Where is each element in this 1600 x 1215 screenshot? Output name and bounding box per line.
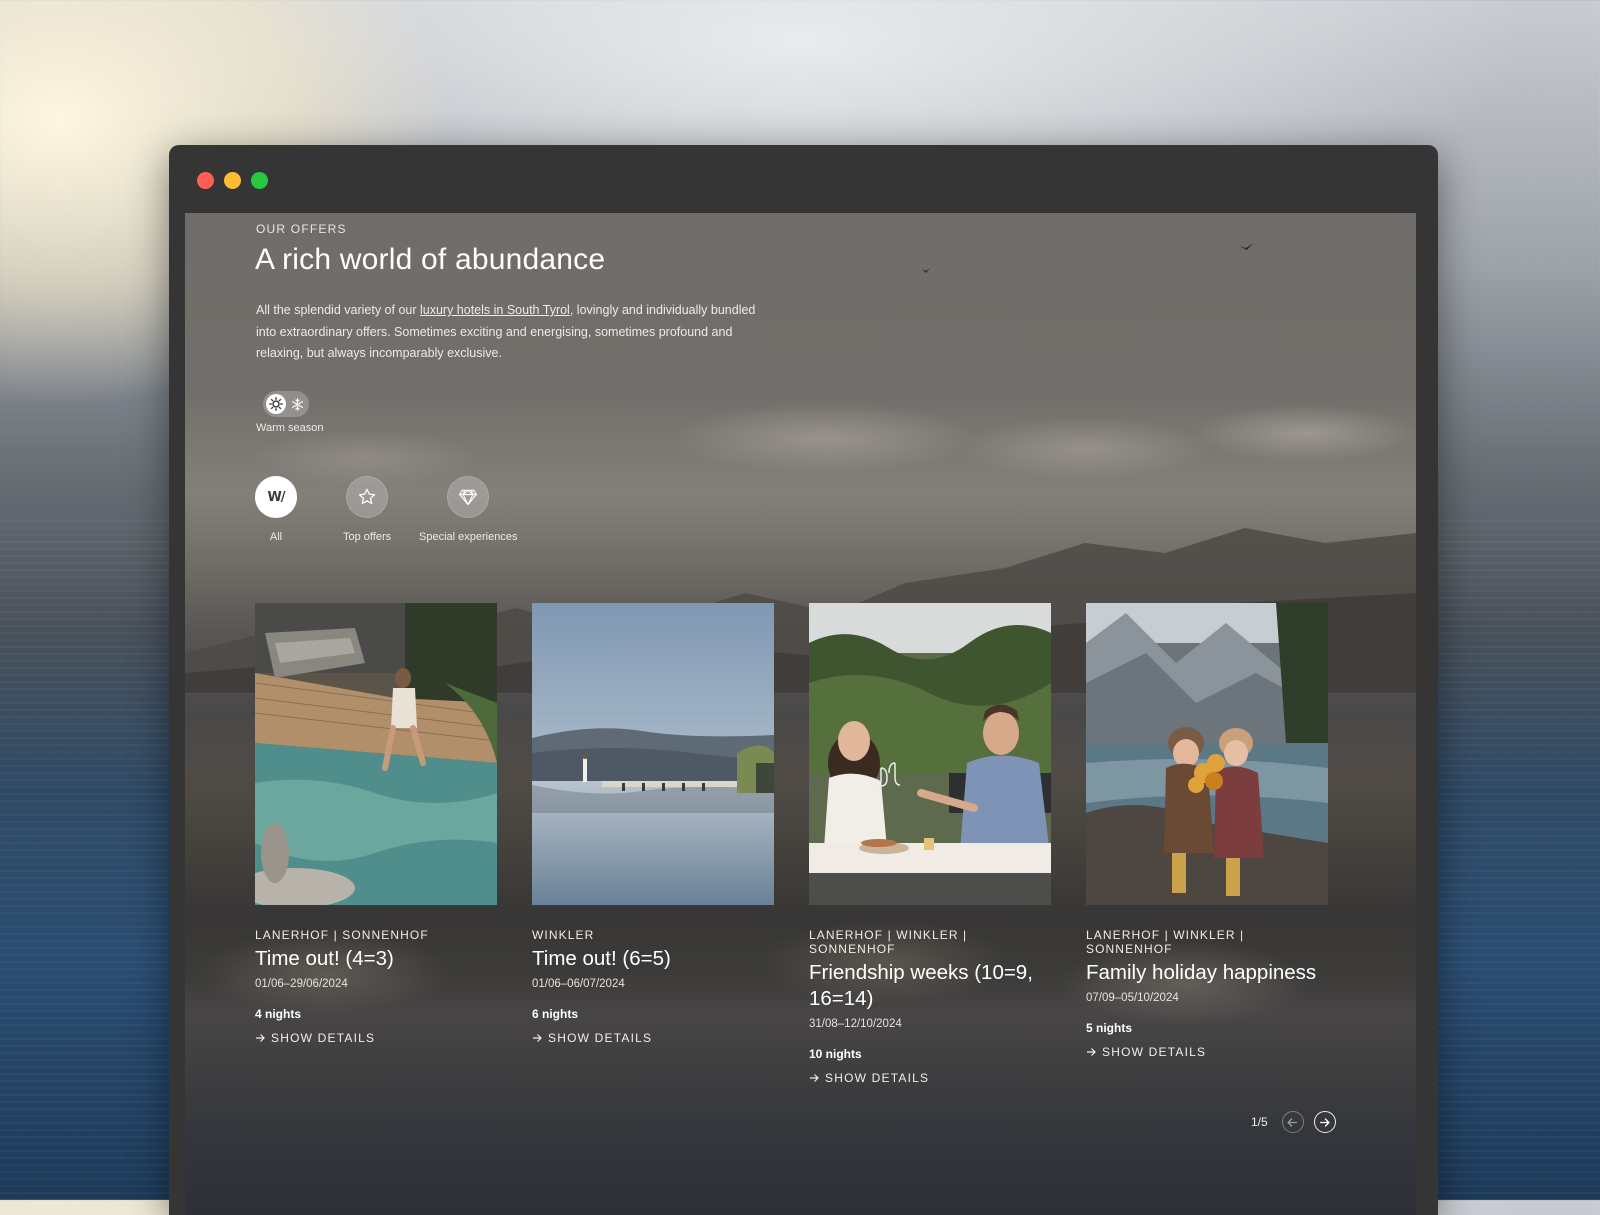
category-top-offers[interactable]: Top offers (343, 476, 391, 543)
show-details-label: SHOW DETAILS (271, 1031, 376, 1045)
offer-nights: 10 nights (809, 1047, 862, 1061)
offer-card[interactable]: LANERHOF | SONNENHOF Time out! (4=3) 01/… (255, 603, 497, 1045)
offer-dates: 07/09–05/10/2024 (1086, 992, 1179, 1004)
browser-window: OUR OFFERS A rich world of abundance All… (169, 145, 1438, 1215)
previous-button[interactable] (1281, 1111, 1304, 1133)
offer-hotels: WINKLER (532, 928, 595, 942)
category-top-offers-label: Top offers (343, 531, 392, 543)
show-details-link[interactable]: SHOW DETAILS (1086, 1045, 1328, 1059)
carousel-pagination: 1/5 (1251, 1111, 1336, 1133)
woman-at-pool-photo (255, 603, 497, 905)
minimize-window-button[interactable] (224, 172, 241, 189)
couple-dining-photo (809, 603, 1051, 905)
show-details-label: SHOW DETAILS (825, 1071, 930, 1085)
page-title: A rich world of abundance (255, 243, 606, 276)
offer-hotels: LANERHOF | WINKLER | SONNENHOF (809, 928, 968, 956)
offer-dates: 01/06–29/06/2024 (255, 978, 348, 990)
maximize-window-button[interactable] (251, 172, 268, 189)
offer-nights: 4 nights (255, 1007, 302, 1021)
arrow-right-icon (1087, 1048, 1096, 1056)
section-eyebrow: OUR OFFERS (256, 222, 347, 236)
next-button[interactable] (1313, 1111, 1336, 1133)
category-special-experiences[interactable]: Special experiences (419, 476, 517, 543)
offer-title: Family holiday happiness (1086, 961, 1317, 984)
show-details-link[interactable]: SHOW DETAILS (255, 1031, 497, 1045)
arrow-right-icon (533, 1034, 542, 1042)
offer-hotels: LANERHOF | SONNENHOF (255, 928, 429, 942)
offer-title: Time out! (6=5) (532, 947, 671, 970)
category-special-experiences-label: Special experiences (419, 531, 518, 543)
close-window-button[interactable] (197, 172, 214, 189)
page-indicator: 1/5 (1251, 1115, 1268, 1129)
arrow-right-icon (810, 1074, 819, 1082)
intro-text-start: All the splendid variety of our (256, 303, 420, 317)
children-by-mountain-lake-photo (1086, 603, 1328, 905)
diamond-icon (447, 476, 490, 518)
season-toggle[interactable] (263, 391, 309, 417)
show-details-label: SHOW DETAILS (548, 1031, 653, 1045)
intro-text: All the splendid variety of our luxury h… (256, 300, 766, 365)
offer-dates: 31/08–12/10/2024 (809, 1018, 902, 1030)
offer-dates: 01/06–06/07/2024 (532, 978, 625, 990)
category-all[interactable]: W/ All (255, 476, 297, 543)
show-details-link[interactable]: SHOW DETAILS (532, 1031, 774, 1045)
arrow-right-icon (1320, 1117, 1331, 1127)
sun-icon (266, 394, 286, 414)
show-details-label: SHOW DETAILS (1102, 1045, 1207, 1059)
offer-card[interactable]: WINKLER Time out! (6=5) 01/06–06/07/2024… (532, 603, 774, 1045)
offer-card[interactable]: LANERHOF | WINKLER | SONNENHOF Friendshi… (809, 603, 1051, 1085)
season-label: Warm season (256, 422, 324, 434)
offers-section: OUR OFFERS A rich world of abundance All… (185, 213, 1416, 1215)
luxury-hotels-link[interactable]: luxury hotels in South Tyrol (420, 303, 570, 317)
offer-nights: 6 nights (532, 1007, 579, 1021)
arrow-right-icon (256, 1034, 265, 1042)
offer-nights: 5 nights (1086, 1021, 1133, 1035)
offer-card[interactable]: LANERHOF | WINKLER | SONNENHOF Family ho… (1086, 603, 1328, 1059)
category-all-label: All (269, 531, 283, 543)
show-details-link[interactable]: SHOW DETAILS (809, 1071, 1051, 1085)
infinity-pool-lake-photo (532, 603, 774, 905)
offer-title: Friendship weeks (10=9, 16=14) (809, 961, 1033, 1010)
snowflake-icon (288, 395, 306, 413)
offer-title: Time out! (4=3) (255, 947, 394, 970)
window-controls (197, 172, 268, 189)
arrow-left-icon (1287, 1117, 1298, 1127)
star-icon (346, 476, 389, 518)
w-logo-icon: W/ (255, 476, 297, 518)
offer-hotels: LANERHOF | WINKLER | SONNENHOF (1086, 928, 1245, 956)
page-viewport: OUR OFFERS A rich world of abundance All… (185, 213, 1416, 1215)
